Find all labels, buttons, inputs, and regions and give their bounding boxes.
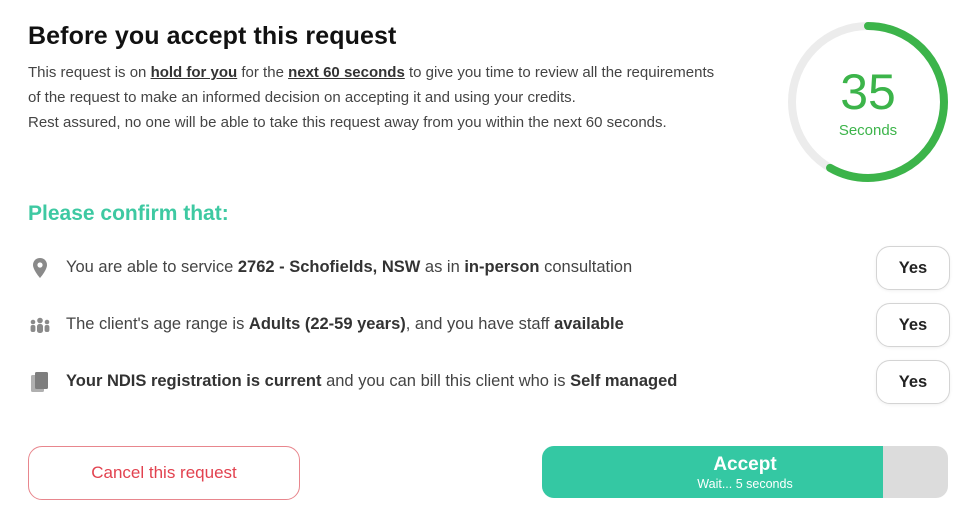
confirm-row-age: The client's age range is Adults (22-59 … bbox=[28, 303, 950, 347]
intro-text: This request is on hold for you for the … bbox=[28, 60, 728, 135]
countdown-value: 35 bbox=[840, 64, 896, 120]
yes-button-age[interactable]: Yes bbox=[876, 303, 950, 347]
seconds-emphasis: next 60 seconds bbox=[288, 64, 405, 81]
confirm-heading: Please confirm that: bbox=[28, 202, 229, 225]
people-group-icon bbox=[28, 313, 52, 337]
confirm-row-text: The client's age range is Adults (22-59 … bbox=[66, 315, 624, 333]
intro-paragraph-2: Rest assured, no one will be able to tak… bbox=[28, 114, 667, 131]
document-copy-icon bbox=[28, 370, 52, 394]
hold-emphasis: hold for you bbox=[150, 64, 238, 81]
confirm-row-ndis: Your NDIS registration is current and yo… bbox=[28, 360, 950, 404]
intro-paragraph-1: This request is on hold for you for the … bbox=[28, 64, 715, 106]
countdown-timer: 35 Seconds bbox=[786, 20, 950, 184]
location-pin-icon bbox=[28, 256, 52, 280]
accept-button[interactable]: Accept Wait... 5 seconds bbox=[542, 446, 948, 498]
confirm-row-text: You are able to service 2762 - Schofield… bbox=[66, 258, 633, 276]
yes-button-location[interactable]: Yes bbox=[876, 246, 950, 290]
accept-label: Accept bbox=[713, 454, 777, 475]
accept-wait-text: Wait... 5 seconds bbox=[697, 477, 793, 491]
dialog-title: Before you accept this request bbox=[28, 22, 397, 50]
yes-button-ndis[interactable]: Yes bbox=[876, 360, 950, 404]
confirm-row-text: Your NDIS registration is current and yo… bbox=[66, 372, 678, 390]
countdown-unit: Seconds bbox=[838, 122, 898, 139]
confirm-row-location: You are able to service 2762 - Schofield… bbox=[28, 246, 950, 290]
cancel-request-button[interactable]: Cancel this request bbox=[28, 446, 300, 500]
